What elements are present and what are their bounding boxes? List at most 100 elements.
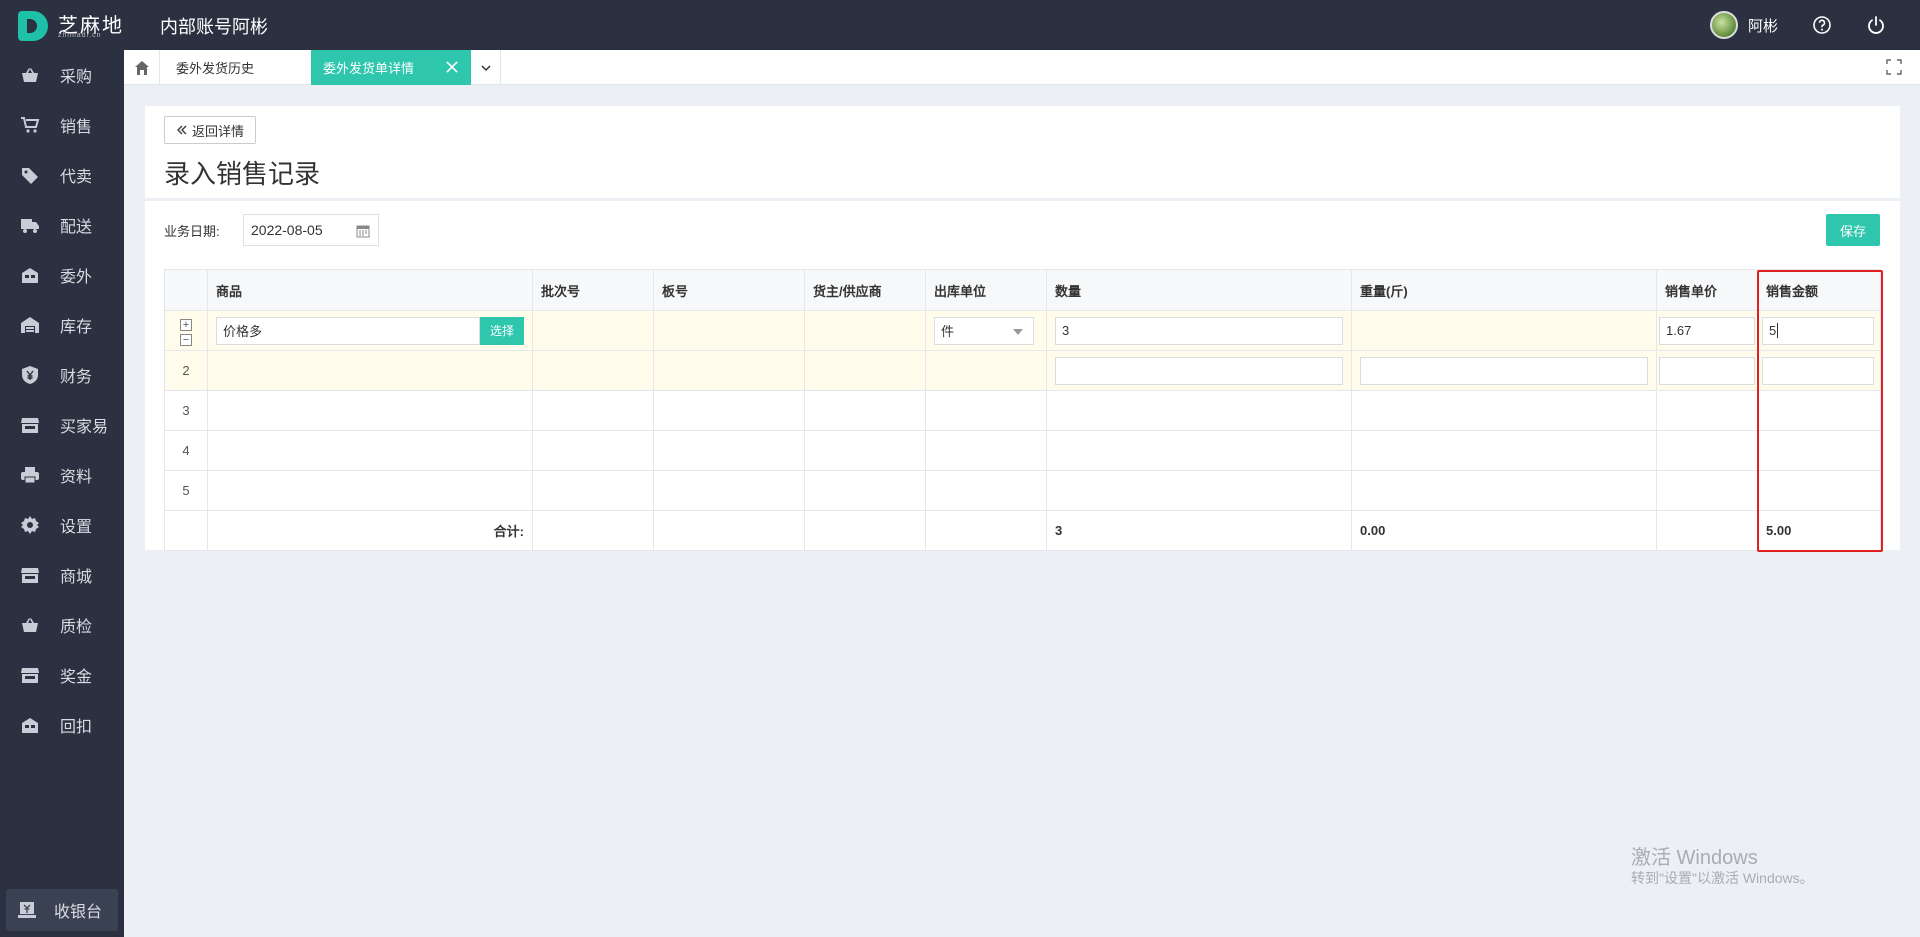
row-controls: + − [164, 310, 208, 351]
product-input[interactable]: 价格多 [216, 316, 480, 345]
logo-subtext: zhimadi.cn [58, 32, 102, 39]
sidebar-item-buyer[interactable]: 买家易 [0, 400, 124, 450]
sidebar-item-label: 买家易 [60, 419, 109, 436]
amount-input[interactable]: 5 [1762, 316, 1874, 345]
sales-record-table: 商品 批次号 板号 货主/供应商 出库单位 数量 重量(斤) 销售单价 销售金额… [164, 269, 1881, 551]
user-name[interactable]: 阿彬 [1748, 15, 1778, 36]
unit-value: 件 [941, 324, 955, 339]
qty-cell [1046, 350, 1352, 391]
sidebar-item-bonus[interactable]: 奖金 [0, 650, 124, 700]
cashier-label: 收银台 [54, 904, 103, 921]
back-label: 返回详情 [191, 123, 244, 139]
sidebar-item-label: 库存 [60, 319, 93, 336]
sidebar: 采购 销售 代卖 配送 委外 库存 财务 买家易 资料 设置 商城 质检 奖金 … [0, 50, 124, 937]
sidebar-item-mall[interactable]: 商城 [0, 550, 124, 600]
qty-input[interactable]: 3 [1055, 316, 1343, 345]
calendar-icon[interactable] [356, 224, 370, 238]
sidebar-item-delivery[interactable]: 配送 [0, 200, 124, 250]
amount-cell: 5 [1757, 310, 1881, 351]
product-cell: 价格多 选择 [207, 310, 533, 351]
sidebar-item-label: 财务 [60, 369, 93, 386]
weight-input[interactable] [1360, 356, 1648, 385]
page-title: 录入销售记录 [164, 159, 321, 189]
row-number: 3 [164, 390, 208, 431]
amount-value: 5 [1769, 323, 1779, 338]
warehouse-icon [20, 315, 40, 335]
user-area: 阿彬 [1709, 0, 1920, 50]
logo: 芝麻地 zhimadi.cn [18, 10, 124, 42]
sidebar-item-label: 配送 [60, 219, 93, 236]
date-value: 2022-08-05 [251, 222, 323, 238]
sidebar-item-finance[interactable]: 财务 [0, 350, 124, 400]
row-number: 4 [164, 430, 208, 471]
sidebar-item-sales[interactable]: 销售 [0, 100, 124, 150]
qty-input[interactable] [1055, 356, 1343, 385]
help-icon[interactable] [1812, 15, 1832, 35]
truck-icon [20, 215, 40, 235]
header-product: 商品 [207, 269, 533, 311]
top-bar: 芝麻地 zhimadi.cn 内部账号阿彬 阿彬 [0, 0, 1920, 50]
cart-icon [20, 115, 40, 135]
sidebar-item-consign[interactable]: 代卖 [0, 150, 124, 200]
power-icon[interactable] [1866, 15, 1886, 35]
store-icon [20, 415, 40, 435]
weight-cell [1351, 350, 1657, 391]
sidebar-item-label: 代卖 [60, 169, 93, 186]
sidebar-item-quality[interactable]: 质检 [0, 600, 124, 650]
row-number: 5 [164, 470, 208, 511]
sidebar-item-rebate[interactable]: 回扣 [0, 700, 124, 750]
avatar[interactable] [1709, 11, 1738, 39]
business-date-input[interactable]: 2022-08-05 [243, 214, 379, 246]
fullscreen-icon[interactable] [1886, 59, 1902, 75]
sidebar-item-label: 委外 [60, 269, 93, 286]
add-row-icon[interactable]: + [180, 318, 192, 331]
sidebar-item-label: 商城 [60, 569, 93, 586]
tab-label: 委外发货历史 [176, 61, 255, 76]
header-board: 板号 [653, 269, 805, 311]
amount-input[interactable] [1762, 356, 1874, 385]
total-amount: 5.00 [1757, 510, 1881, 551]
tab-outsource-history[interactable]: 委外发货历史 [160, 50, 335, 85]
unit-select[interactable]: 件 [934, 316, 1034, 345]
basket-icon [20, 615, 40, 635]
header-unit: 出库单位 [925, 269, 1047, 311]
sidebar-item-label: 资料 [60, 469, 93, 486]
watermark-line2: 转到"设置"以激活 Windows。 [1631, 870, 1814, 886]
price-input[interactable]: 1.67 [1659, 316, 1755, 345]
tag-icon [20, 165, 40, 185]
sidebar-item-outsource[interactable]: 委外 [0, 250, 124, 300]
header-weight: 重量(斤) [1351, 269, 1657, 311]
cashier-icon [18, 901, 36, 919]
content-panel: 返回详情 录入销售记录 业务日期: 2022-08-05 保存 商品 批次号 板… [145, 106, 1900, 551]
table-header-row: 商品 批次号 板号 货主/供应商 出库单位 数量 重量(斤) 销售单价 销售金额 [164, 269, 1881, 311]
price-cell [1656, 350, 1758, 391]
sidebar-item-data[interactable]: 资料 [0, 450, 124, 500]
tab-outsource-detail[interactable]: 委外发货单详情 [311, 50, 471, 85]
price-cell: 1.67 [1656, 310, 1758, 351]
building-icon [20, 265, 40, 285]
qty-cell: 3 [1046, 310, 1352, 351]
tab-dropdown-chevron-down-icon[interactable] [471, 50, 501, 85]
yuan-shield-icon [20, 365, 40, 385]
cashier-button[interactable]: 收银台 [6, 889, 118, 931]
divider [145, 198, 1900, 201]
price-input[interactable] [1659, 356, 1755, 385]
account-title: 内部账号阿彬 [160, 17, 268, 37]
table-row: 3 [164, 390, 1881, 431]
sidebar-item-purchase[interactable]: 采购 [0, 50, 124, 100]
header-price: 销售单价 [1656, 269, 1758, 311]
remove-row-icon[interactable]: − [180, 333, 192, 346]
back-button[interactable]: 返回详情 [164, 116, 256, 144]
pick-product-button[interactable]: 选择 [480, 316, 524, 345]
double-chevron-left-icon [177, 125, 187, 135]
home-icon[interactable] [124, 50, 160, 85]
printer-icon [20, 465, 40, 485]
header-owner: 货主/供应商 [804, 269, 926, 311]
sidebar-item-label: 设置 [60, 519, 93, 536]
header-amount: 销售金额 [1757, 269, 1881, 311]
close-icon[interactable] [445, 60, 459, 74]
watermark-line1: 激活 Windows [1631, 847, 1758, 869]
sidebar-item-settings[interactable]: 设置 [0, 500, 124, 550]
save-button[interactable]: 保存 [1826, 214, 1880, 246]
sidebar-item-inventory[interactable]: 库存 [0, 300, 124, 350]
